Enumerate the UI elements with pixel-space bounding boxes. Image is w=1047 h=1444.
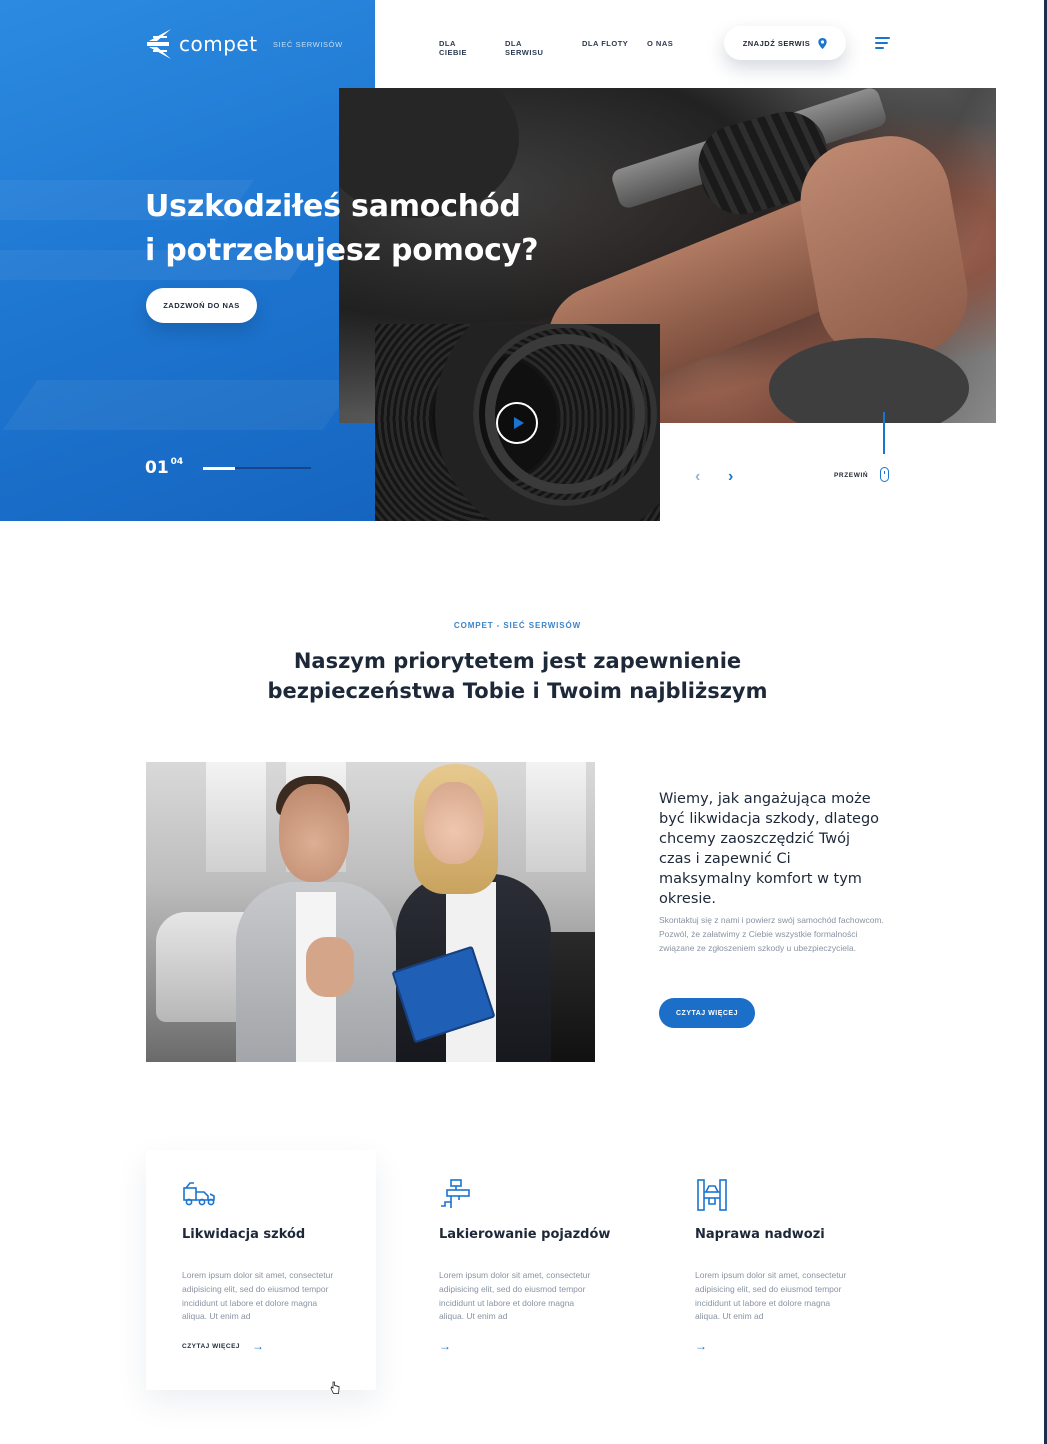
service-title: Lakierowanie pojazdów (439, 1227, 611, 1242)
slide-total: 04 (170, 457, 184, 467)
nav-item-o-nas[interactable]: O NAS (647, 39, 687, 48)
hamburger-menu-icon[interactable] (875, 37, 890, 49)
service-title: Likwidacja szkód (182, 1227, 306, 1242)
arrow-right-icon: → (439, 1339, 451, 1353)
section-title: Naszym priorytetem jest zapewnienie bezp… (0, 646, 1035, 706)
tire-video-thumbnail[interactable] (375, 324, 660, 521)
find-service-label: ZNAJDŹ SERWIS (742, 38, 811, 48)
section-title-line2: bezpieczeństwa Tobie i Twoim najbliższym (267, 679, 768, 703)
play-icon[interactable] (496, 402, 538, 444)
service-text: Lorem ipsum dolor sit amet, consectetur … (439, 1270, 591, 1322)
service-read-more-link[interactable]: → (695, 1339, 707, 1353)
call-us-button[interactable]: ZADZWOŃ DO NAS (146, 288, 257, 323)
find-service-button[interactable]: ZNAJDŹ SERWIS (724, 26, 846, 60)
service-text: Lorem ipsum dolor sit amet, consectetur … (182, 1270, 334, 1322)
service-card-lakierowanie[interactable]: Lakierowanie pojazdów Lorem ipsum dolor … (403, 1150, 633, 1390)
arrow-right-icon: → (252, 1339, 265, 1353)
hero-title-line1: Uszkodziłeś samochód (145, 189, 521, 224)
location-pin-icon (818, 37, 828, 49)
logo-subtitle: SIEĆ SERWISÓW (273, 40, 343, 49)
hand-cursor-icon (330, 1381, 340, 1394)
compet-logo-icon (147, 29, 171, 59)
service-text: Lorem ipsum dolor sit amet, consectetur … (695, 1270, 847, 1322)
intro-lead-text: Wiemy, jak angażująca może być likwidacj… (659, 791, 880, 907)
intro-body-text: Skontaktuj się z nami i powierz swój sam… (659, 915, 884, 953)
mouse-scroll-icon[interactable] (880, 467, 889, 482)
scroll-indicator-line (883, 412, 885, 454)
logo-text: compet (179, 32, 258, 56)
nav-item-dla-ciebie[interactable]: DLA CIEBIE (439, 39, 467, 57)
hero-title-line2: i potrzebujesz pomocy? (145, 233, 539, 268)
read-more-button[interactable]: CZYTAJ WIĘCEJ (659, 998, 755, 1028)
service-read-more-link[interactable]: CZYTAJ WIĘCEJ → (182, 1339, 265, 1353)
nav-item-dla-floty[interactable]: DLA FLOTY (582, 39, 642, 48)
service-link-label: CZYTAJ WIĘCEJ (182, 1342, 241, 1350)
service-card-naprawa[interactable]: Naprawa nadwozi Lorem ipsum dolor sit am… (659, 1150, 889, 1390)
spray-gun-icon (441, 1179, 470, 1208)
nav-item-dla-serwisu[interactable]: DLA SERWISU (505, 39, 543, 57)
hero-title: Uszkodziłeś samochód i potrzebujesz pomo… (145, 185, 545, 273)
slide-current: 01 (145, 458, 169, 478)
section-eyebrow: COMPET - SIEĆ SERWISÓW (453, 621, 582, 630)
arrow-right-icon: → (695, 1339, 707, 1353)
logo[interactable]: compet (145, 27, 258, 61)
slide-counter: 01 04 (145, 457, 184, 478)
service-read-more-link[interactable]: → (439, 1339, 451, 1353)
consultants-photo (146, 762, 595, 1062)
chevron-left-icon[interactable]: ‹ (695, 468, 700, 486)
tow-truck-icon (183, 1182, 215, 1206)
slide-progress-bar[interactable] (203, 466, 311, 470)
slide-progress-fill (203, 466, 236, 470)
chevron-right-icon[interactable]: › (728, 468, 733, 486)
service-card-likwidacja[interactable]: Likwidacja szkód Lorem ipsum dolor sit a… (146, 1150, 376, 1390)
service-title: Naprawa nadwozi (695, 1227, 825, 1242)
section-title-line1: Naszym priorytetem jest zapewnienie (293, 649, 742, 673)
car-lift-icon (697, 1179, 727, 1211)
scroll-label: PRZEWIŃ (834, 472, 869, 479)
